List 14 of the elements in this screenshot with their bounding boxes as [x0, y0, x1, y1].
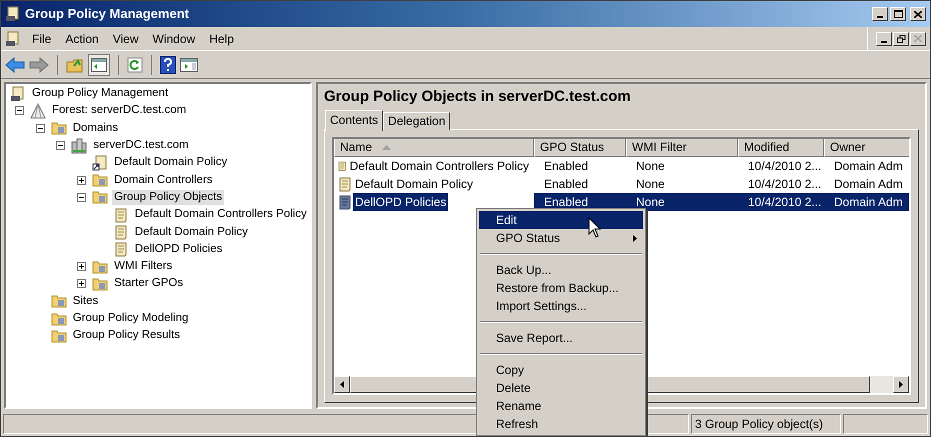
- table-cell-text: None: [635, 176, 666, 193]
- table-cell-text: None: [635, 158, 666, 175]
- status-text: 3 Group Policy object(s): [691, 414, 841, 434]
- table-cell-text: Domain Adm: [833, 176, 904, 193]
- table-cell: 10/4/2010 2...: [738, 193, 824, 211]
- window-title: Group Policy Management: [25, 5, 189, 24]
- table-cell-text: 10/4/2010 2...: [747, 158, 822, 175]
- table-cell-text: Enabled: [543, 176, 590, 193]
- table-cell-text: Domain Adm: [833, 158, 904, 175]
- table-cell-text: Enabled: [543, 158, 590, 175]
- table-cell-text: 10/4/2010 2...: [747, 176, 822, 193]
- pane-heading: Group Policy Objects in serverDC.test.com: [324, 87, 632, 107]
- table-cell: Domain Adm: [824, 193, 909, 211]
- table-cell: None: [626, 193, 738, 211]
